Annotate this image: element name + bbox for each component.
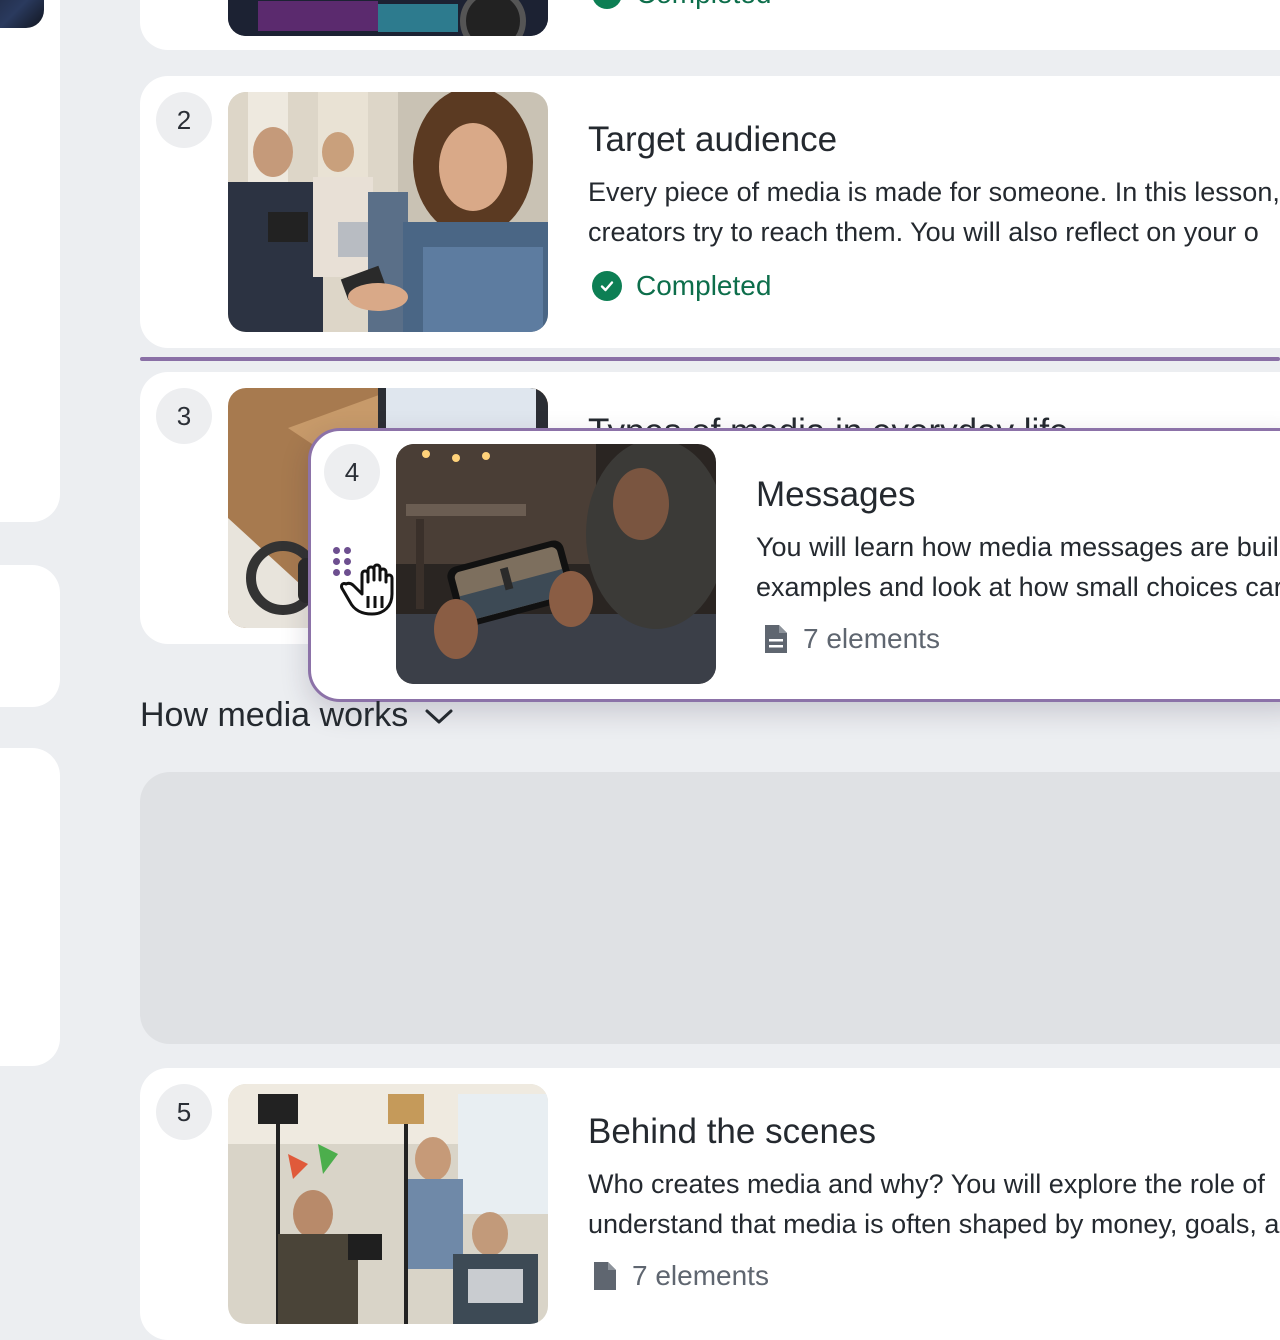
element-count: 7 elements	[803, 623, 940, 654]
grabbing-hand-icon	[340, 563, 394, 616]
document-icon	[765, 625, 787, 653]
lesson-thumbnail	[396, 444, 716, 684]
check-circle-icon	[592, 271, 622, 301]
lesson-number: 5	[156, 1084, 212, 1140]
lesson-card-4-dragging[interactable]: 4 Messages You will learn how media mess…	[308, 428, 1280, 702]
lesson-description: examples and look at how small choices c…	[756, 572, 1280, 602]
sidebar-card[interactable]	[0, 748, 60, 1066]
sidebar-thumbnail	[0, 0, 44, 28]
lesson-title[interactable]: Messages	[756, 475, 916, 515]
lesson-number: 2	[156, 92, 212, 148]
lesson-meta: 7 elements	[763, 623, 940, 655]
lesson-thumbnail	[228, 92, 548, 332]
drop-placeholder[interactable]	[140, 772, 1280, 1044]
drop-indicator	[140, 357, 1280, 361]
check-circle-icon	[592, 0, 622, 9]
lesson-status: Completed	[592, 0, 771, 10]
lesson-title[interactable]: Behind the scenes	[588, 1112, 876, 1152]
element-count: 7 elements	[632, 1260, 769, 1291]
sidebar-card[interactable]	[0, 565, 60, 707]
status-label: Completed	[636, 270, 772, 301]
lesson-description: creators try to reach them. You will als…	[588, 217, 1259, 247]
lesson-description: You will learn how media messages are bu…	[756, 532, 1279, 562]
lesson-thumbnail	[228, 0, 548, 36]
lesson-meta: 7 elements	[592, 1260, 769, 1292]
lesson-title[interactable]: Target audience	[588, 120, 837, 160]
section-header[interactable]: How media works	[140, 696, 454, 735]
document-icon	[594, 1262, 616, 1290]
lesson-description: understand that media is often shaped by…	[588, 1209, 1280, 1239]
lesson-card-1[interactable]: Completed	[140, 0, 1280, 50]
lesson-description: Who creates media and why? You will expl…	[588, 1169, 1265, 1199]
sidebar-card-top[interactable]	[0, 0, 60, 522]
lesson-number: 3	[156, 388, 212, 444]
lesson-description: Every piece of media is made for someone…	[588, 177, 1280, 207]
lesson-thumbnail	[228, 1084, 548, 1324]
lesson-number: 4	[324, 444, 380, 500]
lesson-status: Completed	[592, 270, 771, 302]
status-label: Completed	[636, 0, 771, 10]
lesson-card-2[interactable]: 2 Target audience Every piece of media i…	[140, 76, 1280, 348]
lesson-card-5[interactable]: 5 Behind the scenes Who creates media an…	[140, 1068, 1280, 1340]
chevron-down-icon[interactable]	[424, 706, 454, 726]
section-title: How media works	[140, 696, 409, 734]
